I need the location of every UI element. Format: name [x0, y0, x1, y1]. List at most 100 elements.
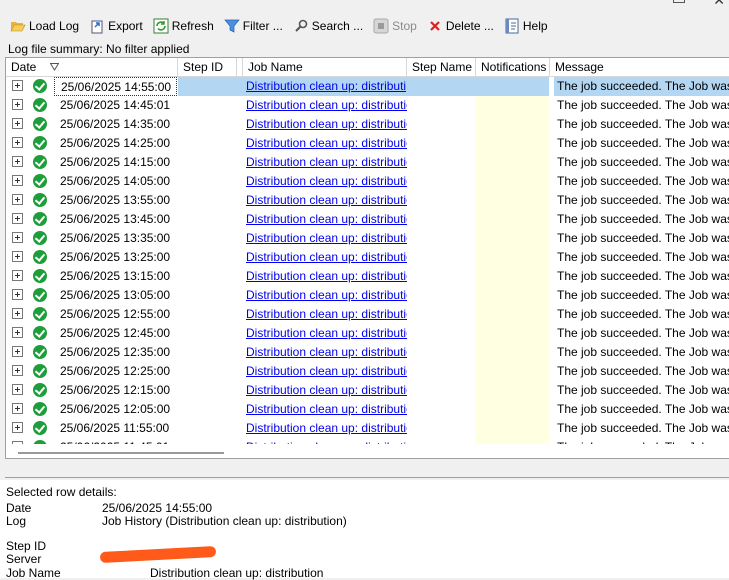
horizontal-scrollbar[interactable]: [6, 444, 729, 458]
table-row[interactable]: 25/06/2025 13:25:00 Distribution clean u…: [6, 248, 729, 267]
expand-icon[interactable]: [12, 229, 28, 248]
row-step-name: [406, 362, 475, 381]
row-job-link[interactable]: Distribution clean up: distribution: [243, 286, 407, 305]
export-button[interactable]: Export: [85, 15, 147, 37]
row-job-link[interactable]: Distribution clean up: distribution: [243, 191, 407, 210]
row-step-name: [406, 172, 475, 191]
splitter[interactable]: [5, 477, 729, 478]
row-message: The job succeeded. The Job was in: [557, 174, 729, 188]
row-job-link[interactable]: Distribution clean up: distribution: [243, 134, 407, 153]
scrollbar-thumb[interactable]: [18, 452, 224, 454]
table-row[interactable]: 25/06/2025 12:05:00 Distribution clean u…: [6, 400, 729, 419]
expand-icon[interactable]: [12, 248, 28, 267]
row-notifications: [475, 134, 549, 153]
row-job-link[interactable]: Distribution clean up: distribution: [243, 77, 407, 96]
expand-icon[interactable]: [12, 400, 28, 419]
table-row[interactable]: 25/06/2025 12:25:00 Distribution clean u…: [6, 362, 729, 381]
table-row[interactable]: 25/06/2025 12:55:00 Distribution clean u…: [6, 305, 729, 324]
row-step-id: [178, 286, 237, 305]
row-job-link[interactable]: Distribution clean up: distribution: [243, 210, 407, 229]
row-job-link[interactable]: Distribution clean up: distribution: [243, 305, 407, 324]
row-job-link[interactable]: Distribution clean up: distribution: [243, 419, 407, 438]
success-check-icon: [33, 324, 51, 343]
column-date-label: Date: [11, 60, 37, 74]
table-row[interactable]: 25/06/2025 14:05:00 Distribution clean u…: [6, 172, 729, 191]
row-job-link[interactable]: Distribution clean up: distribution: [243, 153, 407, 172]
table-row[interactable]: 25/06/2025 14:45:01 Distribution clean u…: [6, 96, 729, 115]
refresh-button[interactable]: Refresh: [149, 15, 218, 37]
table-row[interactable]: 25/06/2025 12:15:00 Distribution clean u…: [6, 381, 729, 400]
expand-icon[interactable]: [12, 115, 28, 134]
table-row[interactable]: 25/06/2025 14:35:00 Distribution clean u…: [6, 115, 729, 134]
column-header-step-id[interactable]: Step ID: [178, 58, 237, 76]
table-row[interactable]: 25/06/2025 13:05:00 Distribution clean u…: [6, 286, 729, 305]
row-date: 25/06/2025 14:25:00: [60, 136, 171, 150]
expand-icon[interactable]: [12, 77, 28, 96]
column-header-notifications[interactable]: Notifications: [476, 58, 550, 76]
delete-button[interactable]: Delete ...: [423, 15, 498, 37]
table-row[interactable]: 25/06/2025 13:55:00 Distribution clean u…: [6, 191, 729, 210]
search-label: Search ...: [311, 19, 364, 33]
table-row[interactable]: 25/06/2025 14:15:00 Distribution clean u…: [6, 153, 729, 172]
row-step-name: [406, 400, 475, 419]
row-job-link[interactable]: Distribution clean up: distribution: [243, 362, 407, 381]
help-button[interactable]: Help: [500, 15, 552, 37]
row-job-link[interactable]: Distribution clean up: distribution: [243, 229, 407, 248]
column-header-date[interactable]: Date: [6, 58, 178, 76]
row-step-id: [178, 419, 237, 438]
refresh-label: Refresh: [171, 19, 214, 33]
redaction-mark: [99, 545, 217, 564]
table-row[interactable]: 25/06/2025 14:55:00 Distribution clean u…: [6, 77, 729, 96]
stop-icon: [373, 18, 389, 34]
row-job-link[interactable]: Distribution clean up: distribution: [243, 248, 407, 267]
stop-button[interactable]: Stop: [369, 15, 421, 37]
expand-icon[interactable]: [12, 210, 28, 229]
row-message: The job succeeded. The Job was in: [557, 155, 729, 169]
expand-icon[interactable]: [12, 381, 28, 400]
row-job-link[interactable]: Distribution clean up: distribution: [243, 96, 407, 115]
expand-icon[interactable]: [12, 172, 28, 191]
expand-icon[interactable]: [12, 267, 28, 286]
expand-icon[interactable]: [12, 191, 28, 210]
success-check-icon: [33, 267, 51, 286]
row-job-link[interactable]: Distribution clean up: distribution: [243, 400, 407, 419]
expand-icon[interactable]: [12, 419, 28, 438]
expand-icon[interactable]: [12, 134, 28, 153]
grid-rows: 25/06/2025 14:55:00 Distribution clean u…: [6, 77, 729, 457]
details-date-value: 25/06/2025 14:55:00: [102, 501, 213, 515]
expand-icon[interactable]: [12, 362, 28, 381]
restore-icon[interactable]: [673, 0, 685, 3]
row-job-link[interactable]: Distribution clean up: distribution: [243, 172, 407, 191]
table-row[interactable]: 25/06/2025 13:45:00 Distribution clean u…: [6, 210, 729, 229]
expand-icon[interactable]: [12, 343, 28, 362]
table-row[interactable]: 25/06/2025 11:55:00 Distribution clean u…: [6, 419, 729, 438]
table-row[interactable]: 25/06/2025 13:15:00 Distribution clean u…: [6, 267, 729, 286]
expand-icon[interactable]: [12, 324, 28, 343]
expand-icon[interactable]: [12, 96, 28, 115]
row-job-link[interactable]: Distribution clean up: distribution: [243, 115, 407, 134]
log-grid[interactable]: Date Step ID Job Name Step Name Notifica…: [5, 57, 729, 459]
search-button[interactable]: Search ...: [289, 15, 367, 37]
row-message: The job succeeded. The Job was in: [557, 250, 729, 264]
column-header-step-name[interactable]: Step Name: [407, 58, 476, 76]
table-row[interactable]: 25/06/2025 12:35:00 Distribution clean u…: [6, 343, 729, 362]
table-row[interactable]: 25/06/2025 13:35:00 Distribution clean u…: [6, 229, 729, 248]
row-date: 25/06/2025 14:15:00: [60, 155, 171, 169]
row-job-link[interactable]: Distribution clean up: distribution: [243, 267, 407, 286]
column-header-job-name[interactable]: Job Name: [243, 58, 407, 76]
expand-icon[interactable]: [12, 153, 28, 172]
delete-label: Delete ...: [445, 19, 494, 33]
row-job-link[interactable]: Distribution clean up: distribution: [243, 381, 407, 400]
column-header-message[interactable]: Message: [550, 58, 729, 76]
table-row[interactable]: 25/06/2025 14:25:00 Distribution clean u…: [6, 134, 729, 153]
folder-open-icon: [10, 18, 26, 34]
expand-icon[interactable]: [12, 286, 28, 305]
table-row[interactable]: 25/06/2025 12:45:00 Distribution clean u…: [6, 324, 729, 343]
row-job-link[interactable]: Distribution clean up: distribution: [243, 324, 407, 343]
load-log-button[interactable]: Load Log: [6, 15, 83, 37]
filter-button[interactable]: Filter ...: [220, 15, 287, 37]
expand-icon[interactable]: [12, 305, 28, 324]
row-step-id: [178, 267, 237, 286]
close-icon[interactable]: ✕: [713, 0, 725, 9]
row-job-link[interactable]: Distribution clean up: distribution: [243, 343, 407, 362]
